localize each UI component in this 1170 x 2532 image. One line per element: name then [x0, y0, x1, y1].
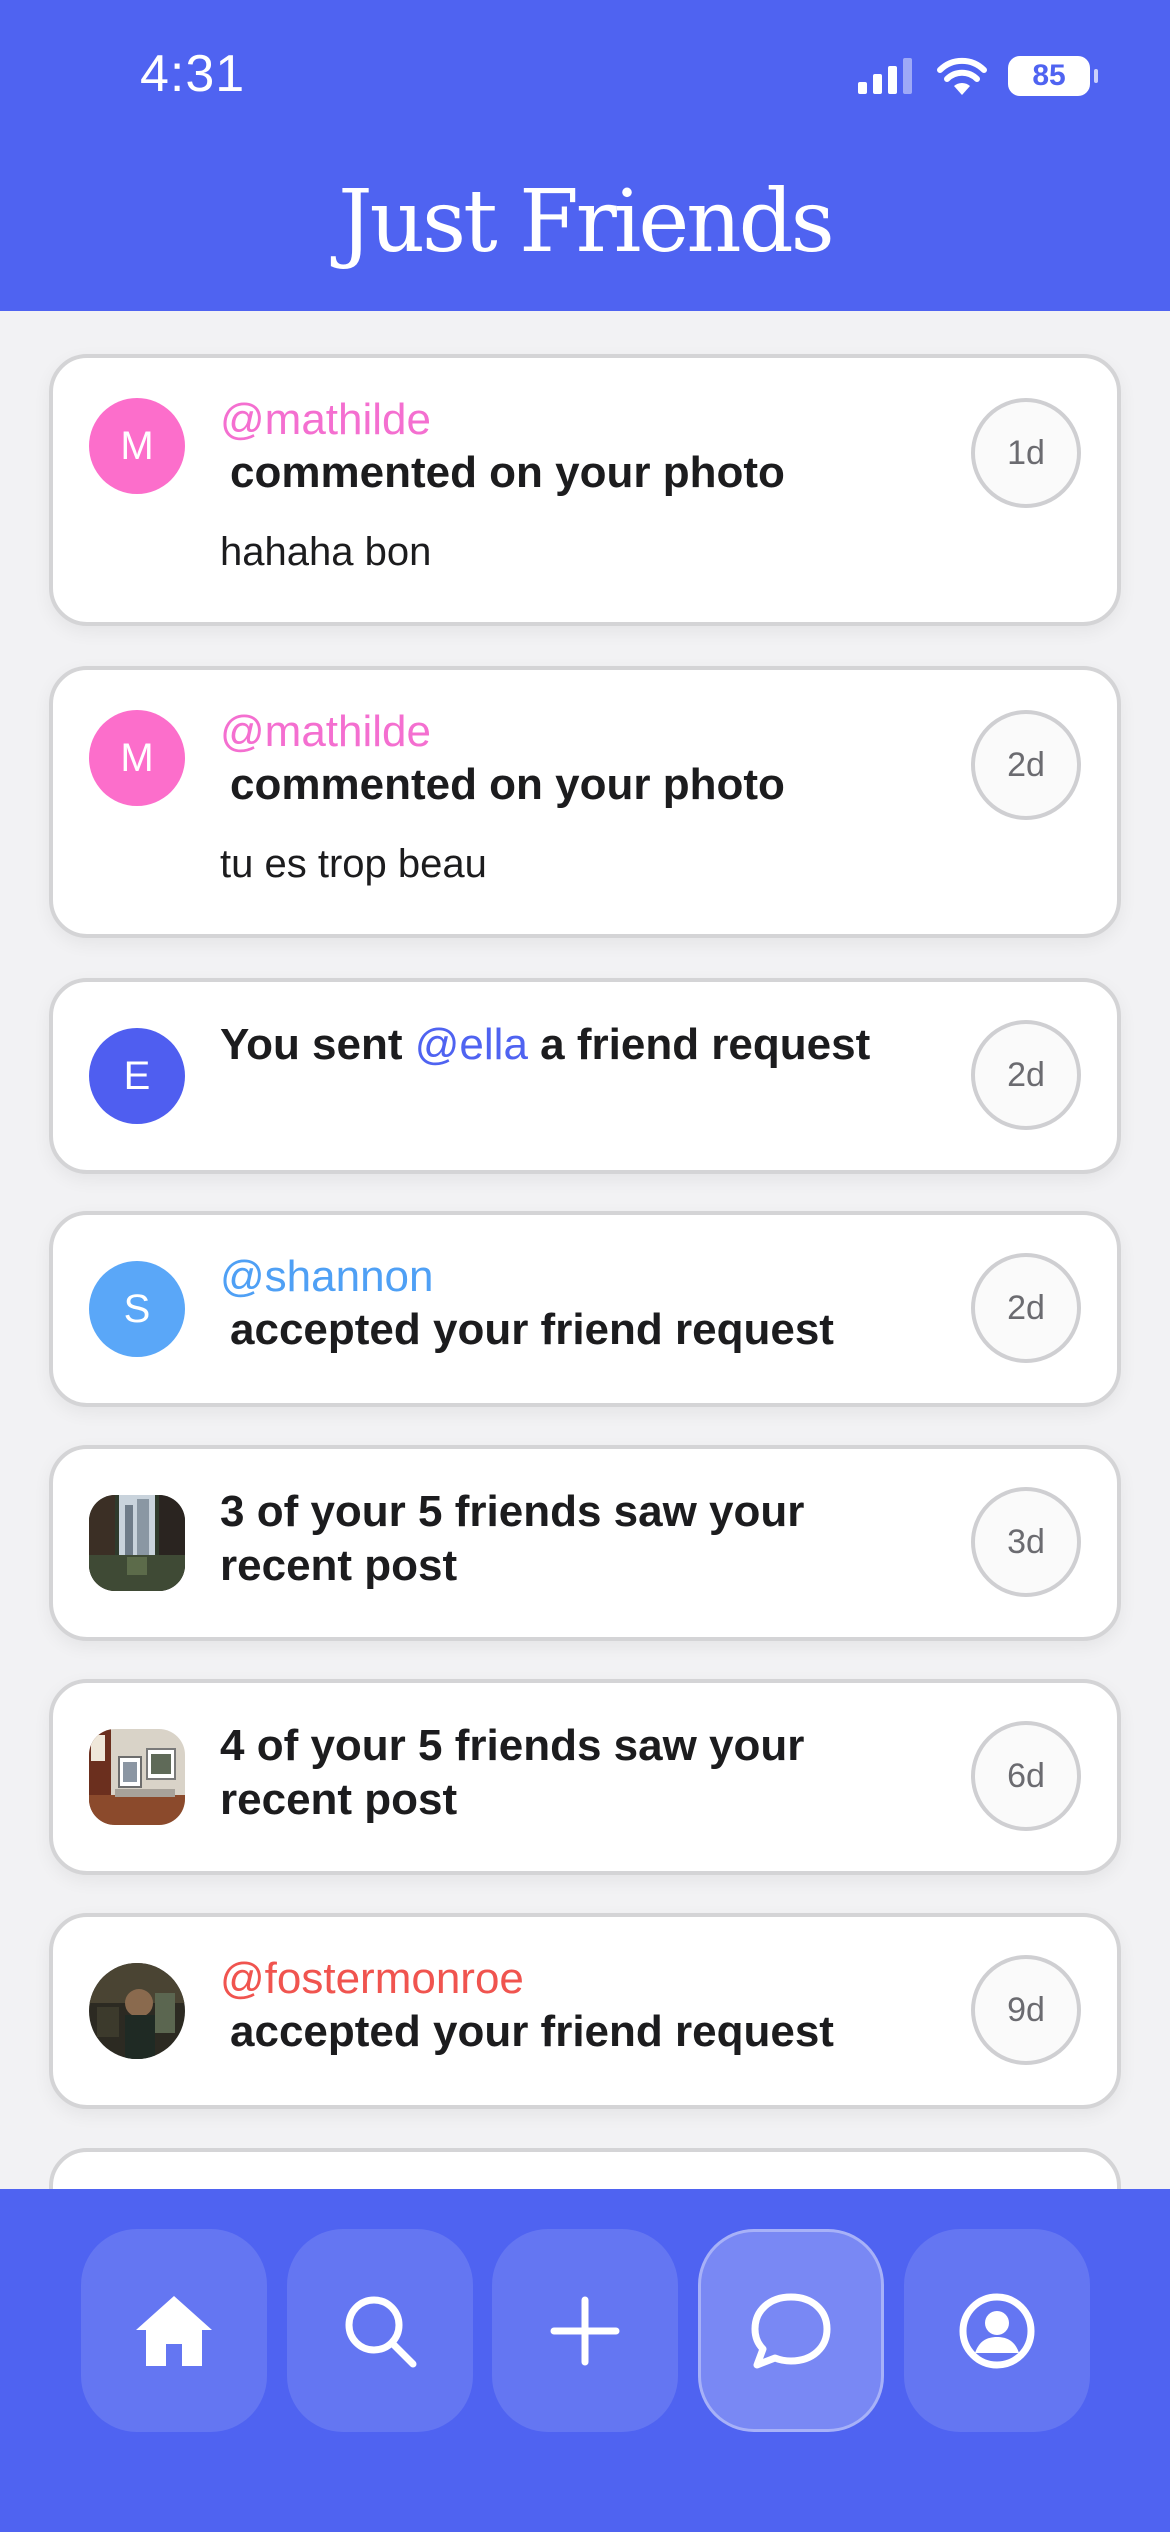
- tab-bar: [0, 2189, 1170, 2532]
- plus-icon: [550, 2296, 620, 2365]
- app-title: Just Friends: [338, 172, 835, 272]
- time-badge: 2d: [971, 710, 1081, 820]
- notification-action: commented on your photo: [230, 760, 785, 809]
- time-badge: 9d: [971, 1955, 1081, 2065]
- notification-card[interactable]: @fostermonroe accepted your friend reque…: [49, 1913, 1121, 2109]
- cellular-signal-icon: [858, 58, 912, 94]
- post-photo-thumbnail-room: [89, 1729, 185, 1825]
- notification-card[interactable]: M @mathilde commented on your photo tu e…: [49, 666, 1121, 938]
- notifications-feed[interactable]: M @mathilde commented on your photo haha…: [0, 311, 1170, 2189]
- tab-create[interactable]: [492, 2229, 678, 2432]
- time-badge: 2d: [971, 1020, 1081, 1130]
- notification-text: 3 of your 5 friends saw your recent post: [220, 1487, 805, 1590]
- notification-card[interactable]: S @shannon accepted your friend request …: [49, 1211, 1121, 1407]
- notification-action: accepted your friend request: [230, 1305, 834, 1354]
- tab-search[interactable]: [287, 2229, 473, 2432]
- profile-icon: [959, 2293, 1035, 2368]
- notification-card[interactable]: 4 of your 5 friends saw your recent post…: [49, 1679, 1121, 1875]
- header-bar: 4:31 85 Just Friends: [0, 0, 1170, 311]
- notification-text-prefix: You sent: [220, 1020, 415, 1069]
- time-badge: 3d: [971, 1487, 1081, 1597]
- avatar[interactable]: M: [89, 710, 185, 806]
- user-handle[interactable]: @mathilde: [220, 394, 937, 446]
- post-thumbnail[interactable]: [89, 1729, 185, 1825]
- notification-text-suffix: a friend request: [527, 1020, 871, 1069]
- wifi-icon: [937, 57, 987, 95]
- status-time: 4:31: [140, 45, 246, 103]
- search-icon: [345, 2296, 417, 2367]
- avatar[interactable]: S: [89, 1261, 185, 1357]
- profile-photo-fostermonroe: [89, 1963, 185, 2059]
- time-badge: 6d: [971, 1721, 1081, 1831]
- tab-profile[interactable]: [904, 2229, 1090, 2432]
- notification-text: You sent @ella a friend request: [220, 1018, 967, 1072]
- avatar[interactable]: [89, 1963, 185, 2059]
- post-thumbnail[interactable]: [89, 1495, 185, 1591]
- time-badge: 2d: [971, 1253, 1081, 1363]
- notification-action: commented on your photo: [230, 448, 785, 497]
- avatar-letter: S: [123, 1286, 151, 1331]
- notification-card-partial[interactable]: [49, 2148, 1121, 2189]
- avatar-letter: M: [120, 735, 154, 780]
- tab-notifications[interactable]: [698, 2229, 884, 2432]
- status-icons: 85: [858, 56, 1098, 96]
- notification-action: accepted your friend request: [230, 2007, 834, 2056]
- avatar-letter: M: [120, 423, 154, 468]
- comment-text: hahaha bon: [220, 530, 432, 574]
- mention-link[interactable]: @ella: [415, 1020, 528, 1069]
- comment-text: tu es trop beau: [220, 842, 487, 886]
- battery-icon: 85: [1008, 56, 1098, 96]
- home-icon: [136, 2295, 212, 2366]
- notification-card[interactable]: 3 of your 5 friends saw your recent post…: [49, 1445, 1121, 1641]
- chat-bubble-icon: [751, 2293, 831, 2368]
- notification-card[interactable]: E You sent @ella a friend request 2d: [49, 978, 1121, 1174]
- avatar-letter: E: [123, 1053, 151, 1098]
- avatar[interactable]: E: [89, 1028, 185, 1124]
- user-handle[interactable]: @shannon: [220, 1251, 937, 1303]
- tab-home[interactable]: [81, 2229, 267, 2432]
- notification-card[interactable]: M @mathilde commented on your photo haha…: [49, 354, 1121, 626]
- user-handle[interactable]: @fostermonroe: [220, 1953, 937, 2005]
- avatar[interactable]: M: [89, 398, 185, 494]
- post-photo-thumbnail-city: [89, 1495, 185, 1591]
- user-handle[interactable]: @mathilde: [220, 706, 937, 758]
- notification-text: 4 of your 5 friends saw your recent post: [220, 1721, 805, 1824]
- time-badge: 1d: [971, 398, 1081, 508]
